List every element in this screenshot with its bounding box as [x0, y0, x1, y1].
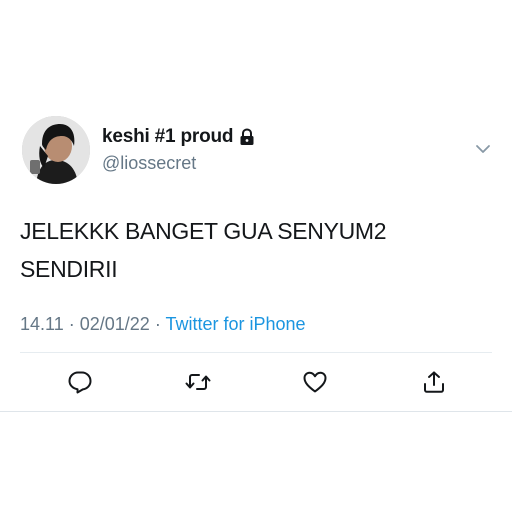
meta-separator: ·	[154, 314, 166, 334]
heart-icon	[303, 371, 327, 393]
divider	[20, 352, 492, 353]
like-button[interactable]	[301, 369, 329, 395]
retweet-icon	[185, 374, 211, 390]
meta-separator: ·	[68, 314, 80, 334]
lock-icon	[239, 128, 255, 146]
user-handle[interactable]: @liossecret	[102, 153, 196, 174]
reply-icon	[68, 371, 92, 394]
tweet-text-line: SENDIRII	[20, 256, 118, 282]
tweet-meta: 14.11 · 02/01/22 · Twitter for iPhone	[20, 314, 306, 335]
retweet-button[interactable]	[184, 369, 212, 395]
chevron-down-icon[interactable]	[474, 140, 492, 158]
tweet-time[interactable]: 14.11	[20, 314, 64, 334]
avatar[interactable]	[22, 116, 90, 184]
tweet-date[interactable]: 02/01/22	[80, 314, 150, 334]
tweet-text-line: JELEKKK BANGET GUA SENYUM2	[20, 218, 387, 244]
divider	[0, 411, 512, 412]
display-name[interactable]: keshi #1 proud	[102, 126, 233, 148]
tweet-source-link[interactable]: Twitter for iPhone	[166, 314, 306, 334]
share-icon	[424, 371, 444, 393]
user-name-row[interactable]: keshi #1 proud	[102, 126, 255, 148]
tweet-text: JELEKKK BANGET GUA SENYUM2 SENDIRII	[20, 212, 490, 288]
share-button[interactable]	[420, 369, 448, 395]
reply-button[interactable]	[66, 369, 94, 395]
tweet-card: keshi #1 proud @liossecret JELEKKK BANGE…	[0, 0, 512, 512]
